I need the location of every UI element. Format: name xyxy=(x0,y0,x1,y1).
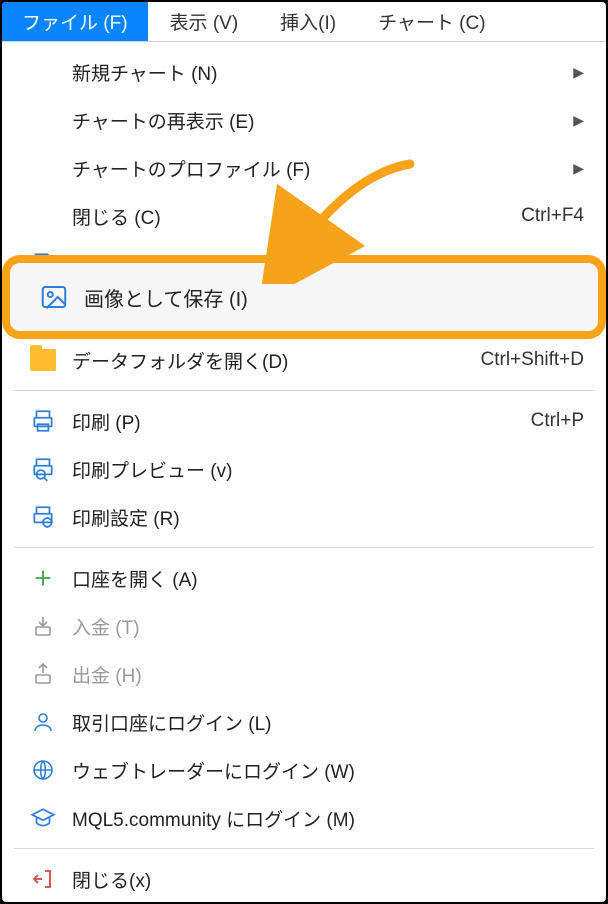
menu-separator xyxy=(14,547,594,548)
menu-open-account[interactable]: 口座を開く (A) xyxy=(2,554,606,602)
menu-open-data-folder-shortcut: Ctrl+Shift+D xyxy=(481,349,584,371)
menu-withdraw-label: 出金 (H) xyxy=(72,661,584,688)
menu-withdraw[interactable]: 出金 (H) xyxy=(2,650,606,698)
menu-separator xyxy=(14,390,594,391)
menu-deposit[interactable]: 入金 (T) xyxy=(2,602,606,650)
menu-close-shortcut: Ctrl+F4 xyxy=(521,205,584,227)
menu-login-account-label: 取引口座にログイン (L) xyxy=(72,709,584,736)
menubar-chart-label: チャート (C) xyxy=(378,8,485,35)
menu-chart-profile[interactable]: チャートのプロファイル (F) ▶ xyxy=(2,144,606,192)
menubar: ファイル (F) 表示 (V) 挿入(I) チャート (C) xyxy=(2,2,606,42)
menu-print-setup-label: 印刷設定 (R) xyxy=(72,504,584,531)
menubar-insert-label: 挿入(I) xyxy=(280,8,336,35)
user-icon xyxy=(14,710,72,734)
menu-close-label: 閉じる (C) xyxy=(72,203,521,230)
menu-save-as-image[interactable]: 画像として保存 (I) xyxy=(8,261,600,333)
image-icon xyxy=(30,282,78,312)
save-icon xyxy=(14,251,72,258)
menu-exit-label: 閉じる(x) xyxy=(72,866,584,893)
annotation-highlight: 画像として保存 (I) xyxy=(8,261,600,333)
print-preview-icon xyxy=(14,456,72,482)
menu-reshow-chart[interactable]: チャートの再表示 (E) ▶ xyxy=(2,96,606,144)
menu-close[interactable]: 閉じる (C) Ctrl+F4 xyxy=(2,192,606,240)
graduation-cap-icon xyxy=(14,805,72,831)
menu-save-shortcut: Ctrl+S xyxy=(531,253,584,258)
menu-print-shortcut: Ctrl+P xyxy=(531,410,584,432)
menubar-chart[interactable]: チャート (C) xyxy=(358,2,505,41)
menu-deposit-label: 入金 (T) xyxy=(72,613,584,640)
menu-login-mql5[interactable]: MQL5.community にログイン (M) xyxy=(2,794,606,842)
printer-icon xyxy=(14,408,72,434)
menu-print[interactable]: 印刷 (P) Ctrl+P xyxy=(2,397,606,445)
menu-separator xyxy=(14,848,594,849)
globe-icon xyxy=(14,758,72,782)
menu-save-label: 保存 (S) xyxy=(72,251,531,259)
submenu-indicator-icon: ▶ xyxy=(573,112,584,129)
menubar-view-label: 表示 (V) xyxy=(170,8,239,35)
menu-open-account-label: 口座を開く (A) xyxy=(72,565,584,592)
submenu-indicator-icon: ▶ xyxy=(573,160,584,177)
menu-login-account[interactable]: 取引口座にログイン (L) xyxy=(2,698,606,746)
file-menu: 新規チャート (N) ▶ チャートの再表示 (E) ▶ チャートのプロファイル … xyxy=(2,42,606,903)
menu-reshow-chart-label: チャートの再表示 (E) xyxy=(72,107,573,134)
withdraw-icon xyxy=(14,662,72,686)
menu-new-chart[interactable]: 新規チャート (N) ▶ xyxy=(2,48,606,96)
menu-open-data-folder[interactable]: データフォルダを開く(D) Ctrl+Shift+D xyxy=(2,336,606,384)
menu-print-setup[interactable]: 印刷設定 (R) xyxy=(2,493,606,541)
plus-icon xyxy=(14,567,72,589)
menu-open-data-folder-label: データフォルダを開く(D) xyxy=(72,347,481,374)
menu-chart-profile-label: チャートのプロファイル (F) xyxy=(72,155,573,182)
app-window: ファイル (F) 表示 (V) 挿入(I) チャート (C) 新規チャート (N… xyxy=(0,0,608,904)
menu-new-chart-label: 新規チャート (N) xyxy=(72,59,573,86)
menu-login-webtrader-label: ウェブトレーダーにログイン (W) xyxy=(72,757,584,784)
menubar-view[interactable]: 表示 (V) xyxy=(150,2,259,41)
menubar-file[interactable]: ファイル (F) xyxy=(2,2,148,41)
menu-exit[interactable]: 閉じる(x) xyxy=(2,855,606,903)
exit-icon xyxy=(14,867,72,891)
menu-print-preview-label: 印刷プレビュー (v) xyxy=(72,456,584,483)
menu-print-preview[interactable]: 印刷プレビュー (v) xyxy=(2,445,606,493)
folder-icon xyxy=(14,349,72,371)
submenu-indicator-icon: ▶ xyxy=(573,64,584,81)
print-settings-icon xyxy=(14,504,72,530)
menu-login-mql5-label: MQL5.community にログイン (M) xyxy=(72,805,584,832)
menu-save-as-image-label: 画像として保存 (I) xyxy=(84,283,248,312)
menubar-insert[interactable]: 挿入(I) xyxy=(260,2,356,41)
menu-login-webtrader[interactable]: ウェブトレーダーにログイン (W) xyxy=(2,746,606,794)
menu-print-label: 印刷 (P) xyxy=(72,408,531,435)
deposit-icon xyxy=(14,614,72,638)
menu-save[interactable]: 保存 (S) Ctrl+S xyxy=(2,240,606,258)
menubar-file-label: ファイル (F) xyxy=(22,8,128,35)
